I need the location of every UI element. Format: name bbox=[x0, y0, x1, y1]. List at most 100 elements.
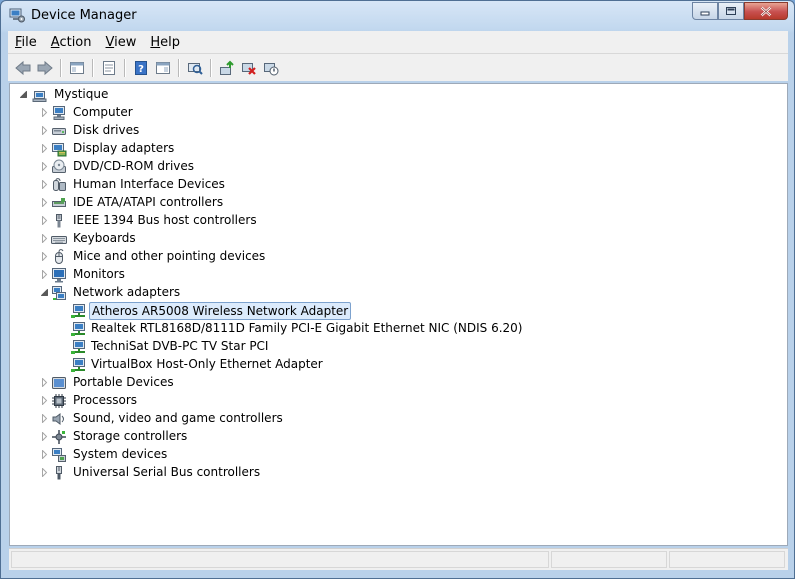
network-adapter-item[interactable]: TechniSat DVB-PC TV Star PCI bbox=[89, 338, 270, 354]
tree-category-mice-and-other-pointing-devices[interactable]: Mice and other pointing devices bbox=[71, 248, 267, 264]
back-arrow-icon bbox=[15, 60, 31, 75]
tree-category-storage-controllers[interactable]: Storage controllers bbox=[71, 428, 189, 444]
console-tree-icon bbox=[70, 61, 84, 74]
maximize-icon bbox=[726, 7, 736, 15]
dvd-drive-icon bbox=[52, 159, 66, 173]
menu-help[interactable]: Help bbox=[143, 35, 187, 50]
tree-category-ieee-1394-bus-host-controllers[interactable]: IEEE 1394 Bus host controllers bbox=[71, 212, 259, 228]
tree-category-network-adapters[interactable]: Network adapters bbox=[71, 284, 182, 300]
monitor-icon bbox=[52, 268, 66, 283]
network-adapter-item[interactable]: VirtualBox Host-Only Ethernet Adapter bbox=[89, 356, 325, 372]
uninstall-icon bbox=[242, 62, 256, 75]
scan-hardware-icon bbox=[188, 62, 203, 75]
close-icon bbox=[760, 6, 772, 16]
collapsed-arrow-icon[interactable] bbox=[40, 270, 49, 279]
menu-bar: File Action View Help bbox=[8, 31, 788, 54]
show-hide-console-tree-button[interactable] bbox=[66, 57, 88, 79]
system-device-icon bbox=[52, 448, 66, 462]
collapsed-arrow-icon[interactable] bbox=[40, 414, 49, 423]
collapsed-arrow-icon[interactable] bbox=[40, 396, 49, 405]
scan-hardware-button[interactable] bbox=[184, 57, 206, 79]
network-device-icon bbox=[71, 358, 85, 372]
collapsed-arrow-icon[interactable] bbox=[40, 234, 49, 243]
expanded-arrow-icon[interactable] bbox=[19, 90, 28, 99]
disable-button[interactable] bbox=[260, 57, 282, 79]
tree-category-dvd-cd-rom-drives[interactable]: DVD/CD-ROM drives bbox=[71, 158, 196, 174]
collapsed-arrow-icon[interactable] bbox=[40, 108, 49, 117]
collapsed-arrow-icon[interactable] bbox=[40, 252, 49, 261]
collapsed-arrow-icon[interactable] bbox=[40, 198, 49, 207]
toolbar-separator bbox=[210, 58, 212, 77]
usb-icon bbox=[56, 466, 62, 480]
title-bar[interactable]: Device Manager bbox=[1, 1, 794, 31]
device-tree-view[interactable]: Mystique Computer Disk drives Display adapt… bbox=[9, 83, 788, 546]
network-adapter-item[interactable]: Realtek RTL8168D/8111D Family PCI-E Giga… bbox=[89, 320, 524, 336]
device-manager-icon bbox=[9, 8, 25, 23]
network-adapter-item[interactable]: Atheros AR5008 Wireless Network Adapter bbox=[89, 302, 352, 320]
tree-category-computer[interactable]: Computer bbox=[71, 104, 135, 120]
forward-arrow-icon bbox=[37, 60, 53, 75]
processor-icon bbox=[52, 394, 66, 408]
tree-category-keyboards[interactable]: Keyboards bbox=[71, 230, 138, 246]
tree-category-processors[interactable]: Processors bbox=[71, 392, 139, 408]
collapsed-arrow-icon[interactable] bbox=[40, 144, 49, 153]
toolbar-separator bbox=[124, 58, 126, 77]
back-button[interactable] bbox=[12, 57, 34, 79]
menu-view[interactable]: View bbox=[99, 35, 144, 50]
update-driver-button[interactable] bbox=[216, 57, 238, 79]
toolbar-separator bbox=[92, 58, 94, 77]
toolbar-separator bbox=[60, 58, 62, 77]
tree-category-monitors[interactable]: Monitors bbox=[71, 266, 127, 282]
collapsed-arrow-icon[interactable] bbox=[40, 450, 49, 459]
maximize-button[interactable] bbox=[718, 2, 744, 20]
menu-action[interactable]: Action bbox=[44, 35, 99, 50]
tree-category-display-adapters[interactable]: Display adapters bbox=[71, 140, 176, 156]
svg-text:?: ? bbox=[138, 64, 144, 75]
disable-device-icon bbox=[264, 62, 279, 75]
action-pane-button[interactable] bbox=[152, 57, 174, 79]
uninstall-button[interactable] bbox=[238, 57, 260, 79]
collapsed-arrow-icon[interactable] bbox=[40, 216, 49, 225]
collapsed-arrow-icon[interactable] bbox=[40, 180, 49, 189]
status-pane bbox=[669, 551, 785, 568]
collapsed-arrow-icon[interactable] bbox=[40, 126, 49, 135]
root-computer-icon bbox=[32, 91, 47, 102]
ieee1394-icon bbox=[56, 214, 62, 228]
tree-category-sound-video-and-game-controllers[interactable]: Sound, video and game controllers bbox=[71, 410, 285, 426]
portable-device-icon bbox=[52, 377, 66, 389]
network-device-icon bbox=[71, 322, 85, 336]
tree-category-system-devices[interactable]: System devices bbox=[71, 446, 169, 462]
tree-category-disk-drives[interactable]: Disk drives bbox=[71, 122, 141, 138]
display-adapter-icon bbox=[52, 143, 67, 157]
action-pane-icon bbox=[156, 61, 170, 74]
computer-icon bbox=[53, 106, 65, 120]
collapsed-arrow-icon[interactable] bbox=[40, 162, 49, 171]
tree-root-mystique[interactable]: Mystique bbox=[52, 86, 110, 102]
mouse-icon bbox=[55, 249, 64, 264]
menu-file[interactable]: File bbox=[8, 35, 44, 50]
collapsed-arrow-icon[interactable] bbox=[40, 432, 49, 441]
properties-button[interactable] bbox=[98, 57, 120, 79]
minimize-button[interactable] bbox=[692, 2, 718, 20]
tree-category-portable-devices[interactable]: Portable Devices bbox=[71, 374, 176, 390]
status-pane bbox=[11, 551, 549, 568]
expanded-arrow-icon[interactable] bbox=[40, 288, 49, 297]
disk-drive-icon bbox=[52, 128, 66, 135]
status-bar bbox=[9, 548, 788, 570]
forward-button[interactable] bbox=[34, 57, 56, 79]
tree-category-human-interface-devices[interactable]: Human Interface Devices bbox=[71, 176, 227, 192]
update-driver-icon bbox=[220, 60, 234, 75]
help-icon: ? bbox=[135, 60, 147, 75]
keyboard-icon bbox=[51, 236, 67, 244]
tree-category-ide-ata-atapi-controllers[interactable]: IDE ATA/ATAPI controllers bbox=[71, 194, 225, 210]
help-button[interactable]: ? bbox=[130, 57, 152, 79]
caption-buttons bbox=[692, 2, 788, 20]
close-button[interactable] bbox=[744, 2, 788, 20]
network-adapter-icon bbox=[52, 286, 66, 300]
collapsed-arrow-icon[interactable] bbox=[40, 468, 49, 477]
storage-controller-icon bbox=[52, 430, 66, 444]
properties-icon bbox=[103, 60, 115, 75]
tree-category-universal-serial-bus-controllers[interactable]: Universal Serial Bus controllers bbox=[71, 464, 262, 480]
collapsed-arrow-icon[interactable] bbox=[40, 378, 49, 387]
toolbar: ? bbox=[8, 54, 788, 81]
